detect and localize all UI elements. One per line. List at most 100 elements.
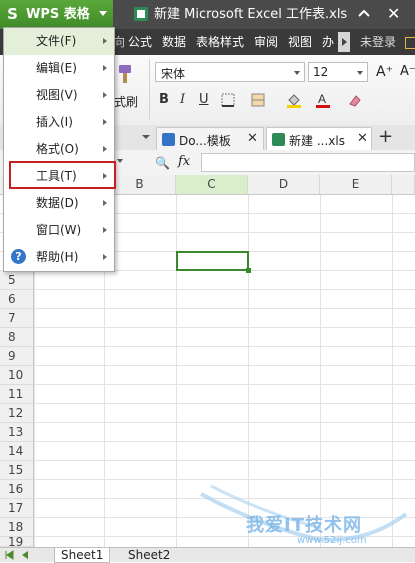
menu-item-label: 视图(V) [36,88,78,102]
row-header[interactable]: 13 [0,423,34,442]
submenu-arrow-icon [103,38,107,44]
watermark-url: www.52ij.com [297,535,367,546]
chevron-down-icon[interactable] [117,159,123,163]
tools-highlight-box [9,161,116,189]
ribbon-more-button[interactable] [338,32,350,52]
tab-office[interactable]: 办 [322,34,334,50]
font-size-value: 12 [313,65,329,79]
font-name-select[interactable]: 宋体 [155,62,305,82]
tab-view[interactable]: 视图 [288,34,312,50]
menu-item-label: 数据(D) [36,196,79,210]
chevron-down-icon [294,71,300,75]
column-header-e[interactable]: E [320,175,392,195]
doc-tab-label: 新建 ...xls [289,134,345,148]
format-painter-label[interactable]: 式刷 [114,93,138,110]
format-painter-icon[interactable] [113,63,135,85]
font-name-value: 宋体 [161,67,186,81]
column-header-c[interactable]: C [176,175,248,195]
doc-tab-active-sheet[interactable]: 新建 ...xls ✕ [266,127,372,150]
row-header[interactable]: 17 [0,499,34,518]
spreadsheet-icon [134,7,148,21]
active-cell-c4[interactable] [176,251,251,273]
menu-item-help[interactable]: ? 帮助(H) [4,244,114,271]
font-color-icon[interactable]: A [316,92,330,108]
tab-data[interactable]: 数据 [162,34,186,50]
row-header[interactable]: 9 [0,347,34,366]
shrink-font-button[interactable]: A⁻ [400,64,415,79]
submenu-arrow-icon [103,119,107,125]
menu-item-file[interactable]: 文件(F) [4,28,114,55]
close-tab-icon[interactable]: ✕ [247,131,258,146]
border-icon[interactable] [221,93,235,107]
insert-function-icon[interactable]: fx [178,154,190,169]
user-icon[interactable] [405,37,415,49]
doc-tab-label: Do...模板 [179,134,231,148]
menu-item-label: 插入(I) [36,115,73,129]
menu-item-label: 窗口(W) [36,223,82,237]
submenu-arrow-icon [103,92,107,98]
row-header[interactable]: 14 [0,442,34,461]
tab-table-style[interactable]: 表格样式 [196,34,244,50]
toolbar-divider [149,59,150,119]
row-header[interactable]: 19 [0,537,34,547]
row-header[interactable]: 18 [0,518,34,537]
app-name: WPS 表格 [26,7,90,22]
row-header[interactable]: 7 [0,309,34,328]
menu-item-edit[interactable]: 编辑(E) [4,55,114,82]
doc-tab-template[interactable]: Do...模板 ✕ [156,127,264,150]
row-header[interactable]: 8 [0,328,34,347]
login-status[interactable]: 未登录 [360,34,396,50]
row-header[interactable]: 12 [0,404,34,423]
menu-item-label: 编辑(E) [36,61,77,75]
watermark-text: 我爱IT技术网 [246,515,362,536]
menu-item-label: 格式(O) [36,142,79,156]
row-header[interactable]: 6 [0,290,34,309]
submenu-arrow-icon [103,227,107,233]
italic-button[interactable]: I [180,92,185,108]
merge-cells-icon[interactable] [251,93,265,107]
spreadsheet-icon [272,133,285,146]
column-header-f[interactable] [392,175,415,195]
sheet-tab-2[interactable]: Sheet2 [122,548,176,562]
zoom-icon[interactable]: 🔍 [155,156,170,170]
help-icon: ? [11,249,26,264]
close-tab-icon[interactable]: ✕ [357,131,368,146]
first-sheet-icon[interactable] [4,550,14,560]
writer-doc-icon [162,133,175,146]
font-size-select[interactable]: 12 [308,62,368,82]
chevron-down-icon [99,11,107,16]
row-header[interactable]: 11 [0,385,34,404]
menu-item-view[interactable]: 视图(V) [4,82,114,109]
submenu-arrow-icon [103,146,107,152]
tab-formula[interactable]: 公式 [128,34,152,50]
submenu-arrow-icon [103,65,107,71]
clear-format-icon[interactable] [346,92,362,108]
row-header[interactable]: 15 [0,461,34,480]
row-header[interactable]: 5 [0,271,34,290]
title-bar: S WPS 表格 新建 Microsoft Excel 工作表.xls ✕ [0,0,415,29]
menu-item-window[interactable]: 窗口(W) [4,217,114,244]
column-header-d[interactable]: D [248,175,320,195]
new-tab-button[interactable]: + [378,127,393,147]
tab-scroll-icon[interactable] [140,131,152,143]
bold-button[interactable]: B [159,92,169,108]
wps-main-menu: 文件(F) 编辑(E) 视图(V) 插入(I) 格式(O) 工具(T) 数据(D… [3,27,115,272]
window-title: 新建 Microsoft Excel 工作表.xls [154,7,348,22]
menu-item-format[interactable]: 格式(O) [4,136,114,163]
underline-button[interactable]: U [199,92,209,108]
fill-color-icon[interactable] [286,92,302,108]
row-header[interactable]: 10 [0,366,34,385]
collapse-ribbon-icon[interactable] [358,9,370,17]
chevron-down-icon [357,71,363,75]
grow-font-button[interactable]: A⁺ [376,64,393,80]
close-icon[interactable]: ✕ [387,4,400,24]
row-header[interactable]: 16 [0,480,34,499]
menu-item-insert[interactable]: 插入(I) [4,109,114,136]
svg-text:A: A [318,92,326,106]
submenu-arrow-icon [103,200,107,206]
menu-item-data[interactable]: 数据(D) [4,190,114,217]
tab-review[interactable]: 审阅 [254,34,278,50]
wps-app-menu-button[interactable]: S WPS 表格 [0,0,113,29]
prev-sheet-icon[interactable] [20,550,30,560]
formula-input[interactable] [201,153,415,172]
